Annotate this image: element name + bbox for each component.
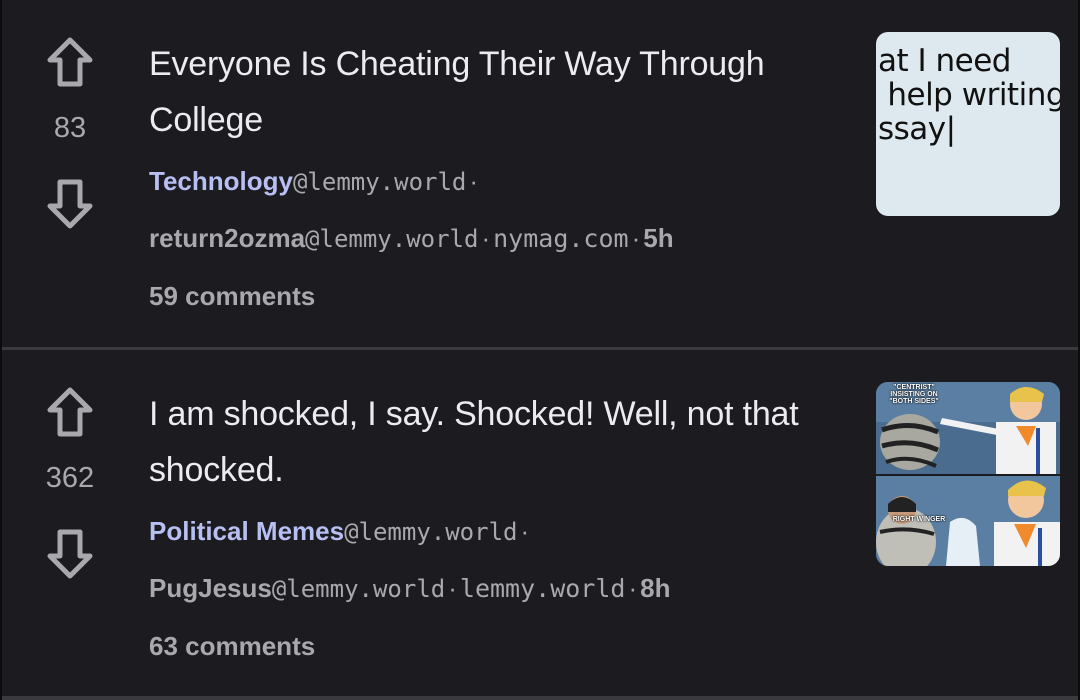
post-age: 5h [643, 223, 674, 253]
arrow-down-icon [47, 179, 93, 229]
author-link[interactable]: return2ozma [149, 223, 305, 253]
meme-caption-top: "CENTRIST" INSISTING ON "BOTH SIDES" [889, 384, 939, 405]
meme-image [876, 382, 1060, 566]
link-domain[interactable]: lemmy.world [460, 574, 626, 603]
post-title[interactable]: Everyone Is Cheating Their Way Through C… [149, 36, 849, 148]
post-divider [2, 696, 1078, 700]
community-instance: @lemmy.world [292, 168, 467, 196]
downvote-button[interactable] [46, 528, 94, 580]
arrow-up-icon [47, 387, 93, 437]
arrow-down-icon [47, 529, 93, 579]
arrow-up-icon [47, 37, 93, 87]
comments-link[interactable]: 59 comments [149, 281, 315, 312]
upvote-button[interactable] [46, 386, 94, 438]
post-thumbnail[interactable]: at I need help writing ssay| [876, 32, 1060, 216]
vote-score: 362 [45, 462, 95, 494]
author-line: return2ozma@lemmy.world · nymag.com · 5h [149, 223, 674, 254]
community-instance: @lemmy.world [344, 518, 518, 546]
separator-dot: · [448, 573, 457, 603]
community-line: Technology@lemmy.world · [149, 166, 481, 197]
separator-dot: · [481, 223, 491, 253]
link-domain[interactable]: nymag.com [493, 224, 628, 253]
separator-dot: · [631, 223, 641, 253]
author-instance: @lemmy.world [305, 225, 479, 253]
downvote-button[interactable] [46, 178, 94, 230]
post-feed: 83 Everyone Is Cheating Their Way Throug… [0, 0, 1080, 700]
thumbnail-text: at I need help writing ssay| [878, 43, 1060, 147]
post-thumbnail[interactable]: "CENTRIST" INSISTING ON "BOTH SIDES" RIG… [876, 382, 1060, 566]
upvote-button[interactable] [46, 36, 94, 88]
community-line: Political Memes@lemmy.world · [149, 516, 532, 547]
meme-caption-bottom: RIGHT-WINGER [892, 516, 946, 523]
post-card[interactable]: 362 I am shocked, I say. Shocked! Well, … [2, 350, 1078, 700]
post-card[interactable]: 83 Everyone Is Cheating Their Way Throug… [2, 0, 1078, 350]
author-link[interactable]: PugJesus [149, 573, 272, 603]
comments-link[interactable]: 63 comments [149, 631, 315, 662]
separator-dot: · [520, 516, 530, 546]
separator-dot: · [469, 166, 479, 196]
post-age: 8h [640, 573, 671, 603]
vote-score: 83 [53, 112, 87, 144]
author-line: PugJesus@lemmy.world · lemmy.world · 8h [149, 573, 670, 604]
author-instance: @lemmy.world [271, 575, 446, 603]
community-link[interactable]: Political Memes [149, 516, 344, 546]
separator-dot: · [628, 573, 638, 603]
post-title[interactable]: I am shocked, I say. Shocked! Well, not … [149, 386, 849, 498]
community-link[interactable]: Technology [149, 166, 293, 196]
